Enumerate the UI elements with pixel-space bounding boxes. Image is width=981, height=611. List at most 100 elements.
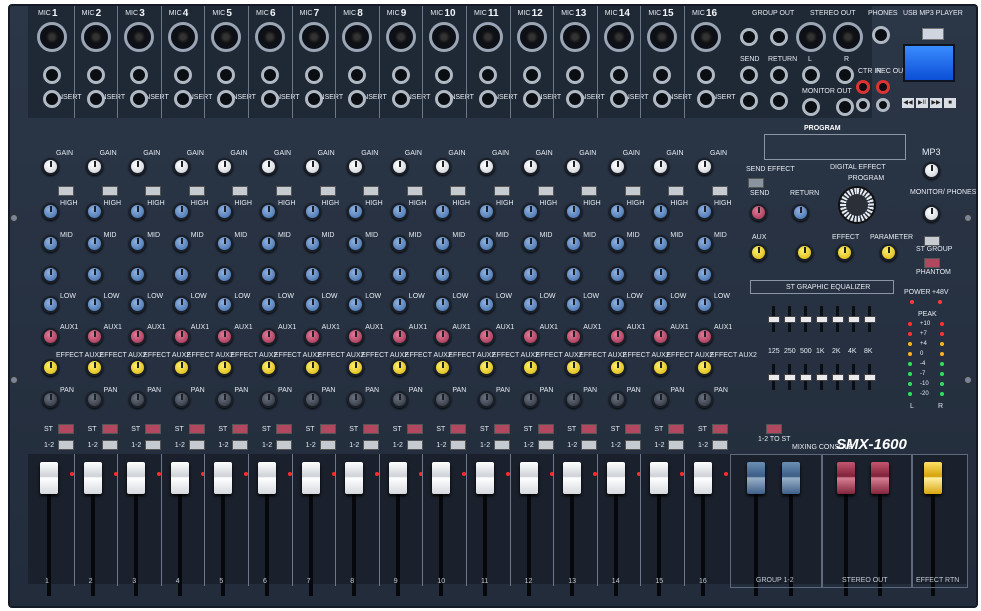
eq-mid-freq-knob[interactable]	[303, 266, 321, 283]
aux1-knob[interactable]	[652, 328, 670, 345]
eq-low-knob[interactable]	[696, 296, 713, 313]
eq-high-knob[interactable]	[347, 203, 365, 220]
channel-fader[interactable]	[563, 462, 582, 494]
pan-knob[interactable]	[303, 391, 321, 408]
gain-knob[interactable]	[129, 158, 147, 175]
pad-button[interactable]	[232, 186, 249, 196]
aux1-master-knob[interactable]	[750, 244, 767, 261]
one-two-button[interactable]	[276, 440, 292, 450]
channel-fader[interactable]	[650, 462, 669, 494]
eq-mid-freq-knob[interactable]	[652, 266, 670, 283]
mic-input-xlr[interactable]	[255, 22, 285, 52]
insert-jack[interactable]	[173, 90, 192, 108]
gain-knob[interactable]	[434, 158, 452, 175]
eq-mid-knob[interactable]	[652, 235, 670, 252]
one-two-button[interactable]	[58, 440, 74, 450]
effect-master-knob[interactable]	[836, 244, 853, 261]
eq-mid-knob[interactable]	[434, 235, 452, 252]
eq-mid-knob[interactable]	[172, 235, 190, 252]
effect-aux2-knob[interactable]	[390, 359, 408, 376]
mic-input-xlr[interactable]	[691, 22, 721, 52]
effect-aux2-knob[interactable]	[347, 359, 365, 376]
st-button[interactable]	[624, 424, 641, 434]
pad-button[interactable]	[145, 186, 162, 196]
eq-low-knob[interactable]	[478, 296, 495, 313]
eq-low-knob[interactable]	[521, 296, 539, 313]
mic-input-xlr[interactable]	[167, 22, 198, 52]
st-group-button[interactable]	[924, 236, 940, 246]
insert-jack[interactable]	[304, 90, 323, 108]
mic-input-xlr[interactable]	[603, 22, 634, 52]
send-jack[interactable]	[740, 66, 758, 84]
eq-high-knob[interactable]	[172, 203, 190, 220]
gain-knob[interactable]	[652, 158, 670, 175]
eq-mid-freq-knob[interactable]	[347, 266, 365, 283]
stereo-out-r-xlr[interactable]	[833, 22, 863, 52]
gain-knob[interactable]	[347, 158, 365, 175]
line-input-jack[interactable]	[522, 66, 541, 84]
st-button[interactable]	[58, 424, 74, 434]
st-button[interactable]	[537, 424, 554, 434]
one-two-button[interactable]	[232, 440, 249, 450]
effect-aux2-knob[interactable]	[85, 359, 103, 376]
effect-aux2-knob[interactable]	[696, 359, 713, 376]
one-two-button[interactable]	[188, 440, 205, 450]
geq-r-slider[interactable]	[800, 374, 812, 381]
pan-knob[interactable]	[172, 391, 190, 408]
eq-high-knob[interactable]	[565, 203, 583, 220]
aux1-knob[interactable]	[608, 328, 626, 345]
geq-r-slider[interactable]	[768, 374, 780, 381]
channel-fader[interactable]	[40, 462, 58, 494]
stereo-out-l-jack[interactable]	[802, 66, 820, 84]
channel-fader[interactable]	[388, 462, 407, 494]
pan-knob[interactable]	[129, 391, 147, 408]
monitor-out-l-jack[interactable]	[802, 98, 820, 116]
phantom-button[interactable]	[924, 258, 940, 268]
geq-l-slider[interactable]	[832, 316, 844, 323]
eq-low-knob[interactable]	[347, 296, 365, 313]
pan-knob[interactable]	[434, 391, 452, 408]
channel-fader[interactable]	[127, 462, 146, 494]
eq-mid-freq-knob[interactable]	[434, 266, 452, 283]
channel-fader[interactable]	[345, 462, 364, 494]
pan-knob[interactable]	[216, 391, 234, 408]
eq-mid-knob[interactable]	[42, 235, 59, 252]
eq-high-knob[interactable]	[652, 203, 670, 220]
effect-aux2-knob[interactable]	[303, 359, 321, 376]
insert-jack[interactable]	[609, 90, 628, 108]
eq-mid-freq-knob[interactable]	[390, 266, 408, 283]
mp3-transport-button[interactable]: ▶II	[916, 98, 928, 108]
one-two-button[interactable]	[406, 440, 423, 450]
gain-knob[interactable]	[608, 158, 626, 175]
aux1-knob[interactable]	[347, 328, 365, 345]
effect-aux2-knob[interactable]	[652, 359, 670, 376]
aux1-knob[interactable]	[696, 328, 713, 345]
st-button[interactable]	[494, 424, 510, 434]
mic-input-xlr[interactable]	[342, 22, 373, 52]
eq-mid-knob[interactable]	[696, 235, 713, 252]
geq-r-slider[interactable]	[816, 374, 828, 381]
eq-mid-knob[interactable]	[129, 235, 147, 252]
eq-mid-freq-knob[interactable]	[216, 266, 234, 283]
st-button[interactable]	[232, 424, 249, 434]
eq-mid-freq-knob[interactable]	[696, 266, 713, 283]
eq-low-knob[interactable]	[608, 296, 626, 313]
effect-aux2-knob[interactable]	[260, 359, 277, 376]
channel-fader[interactable]	[301, 462, 320, 494]
line-input-jack[interactable]	[43, 66, 61, 84]
mic-input-xlr[interactable]	[80, 22, 111, 52]
pan-knob[interactable]	[478, 391, 495, 408]
pan-knob[interactable]	[260, 391, 277, 408]
geq-r-slider[interactable]	[832, 374, 844, 381]
eq-high-knob[interactable]	[85, 203, 103, 220]
pan-knob[interactable]	[347, 391, 365, 408]
insert-jack[interactable]	[43, 90, 61, 108]
eq-low-knob[interactable]	[260, 296, 277, 313]
pad-button[interactable]	[188, 186, 205, 196]
aux1-knob[interactable]	[260, 328, 277, 345]
stereo-out-l-xlr[interactable]	[796, 22, 826, 52]
effect-aux2-knob[interactable]	[478, 359, 495, 376]
st-button[interactable]	[101, 424, 118, 434]
gain-knob[interactable]	[521, 158, 539, 175]
eq-high-knob[interactable]	[696, 203, 713, 220]
